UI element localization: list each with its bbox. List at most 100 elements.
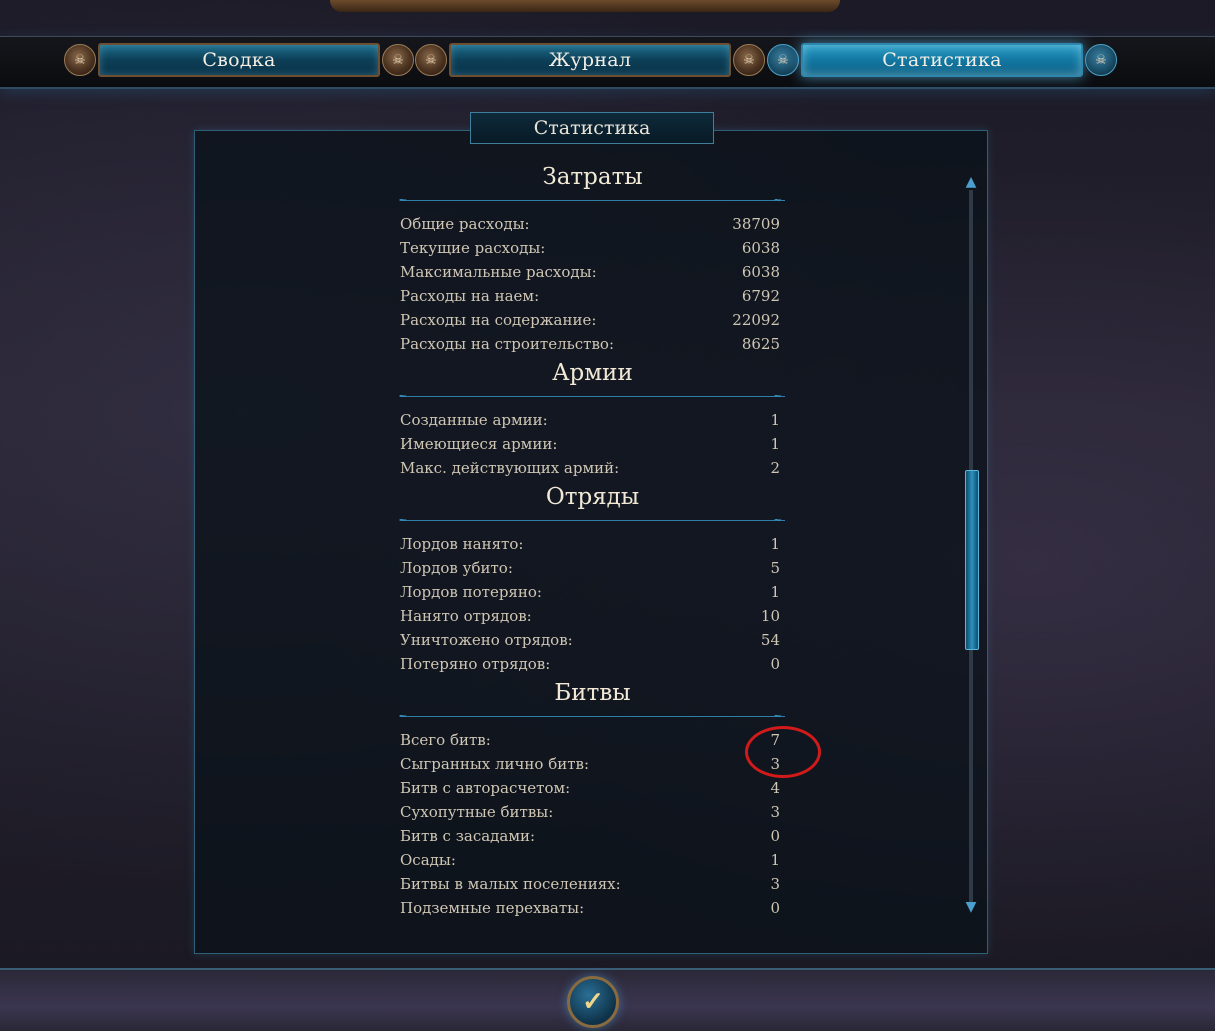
section-title: Отряды — [545, 484, 640, 510]
stat-label: Текущие расходы: — [400, 239, 546, 257]
stat-row: Лордов нанято: 1 — [400, 532, 785, 556]
stat-value: 1 — [770, 411, 780, 429]
ornament-icon: ~ — [398, 513, 408, 526]
ornament-icon: ~ — [773, 193, 783, 206]
stat-value: 0 — [770, 827, 780, 845]
stat-value: 0 — [770, 655, 780, 673]
stat-row: Битвы в малых поселениях: 3 — [400, 872, 785, 896]
stat-label: Лордов убито: — [400, 559, 513, 577]
skull-icon: ☠ — [64, 44, 96, 76]
stat-row: Расходы на содержание: 22092 — [400, 308, 785, 332]
ornament-icon: ~ — [773, 513, 783, 526]
section-divider: ~ ~ — [362, 390, 823, 402]
stat-label: Лордов нанято: — [400, 535, 524, 553]
confirm-button[interactable]: ✓ — [567, 976, 619, 1028]
arrow-up-icon[interactable]: ▲ — [963, 174, 979, 190]
stat-value: 22092 — [732, 311, 780, 329]
section-title: Битвы — [554, 680, 631, 706]
stat-value: 10 — [760, 607, 780, 625]
annotation-circle — [745, 726, 821, 778]
stat-label: Всего битв: — [400, 731, 491, 749]
stat-label: Максимальные расходы: — [400, 263, 597, 281]
stat-label: Подземные перехваты: — [400, 899, 585, 917]
stat-row: Битв с авторасчетом: 4 — [400, 776, 785, 800]
stat-label: Нанято отрядов: — [400, 607, 532, 625]
stat-row: Сыгранных лично битв: 3 — [400, 752, 785, 776]
stat-row: Битв с засадами: 0 — [400, 824, 785, 848]
tab-journal[interactable]: ☠ Журнал ☠ — [415, 43, 765, 77]
tab-statistics[interactable]: ☠ Статистика ☠ — [767, 43, 1117, 77]
stat-value: 4 — [770, 779, 780, 797]
stat-row: Всего битв: 7 — [400, 728, 785, 752]
stat-label: Битвы в малых поселениях: — [400, 875, 621, 893]
stat-label: Расходы на содержание: — [400, 311, 597, 329]
ornament-icon: ~ — [773, 389, 783, 402]
stat-row: Осады: 1 — [400, 848, 785, 872]
skull-icon: ☠ — [415, 44, 447, 76]
stat-row: Максимальные расходы: 6038 — [400, 260, 785, 284]
stat-row: Расходы на наем: 6792 — [400, 284, 785, 308]
section-divider: ~ ~ — [362, 710, 823, 722]
stat-label: Расходы на строительство: — [400, 335, 615, 353]
skull-icon: ☠ — [1085, 44, 1117, 76]
stat-row: Потеряно отрядов: 0 — [400, 652, 785, 676]
stat-value: 5 — [770, 559, 780, 577]
stat-label: Расходы на наем: — [400, 287, 540, 305]
skull-icon: ☠ — [767, 44, 799, 76]
stat-row: Сухопутные битвы: 3 — [400, 800, 785, 824]
stat-value: 1 — [770, 435, 780, 453]
stat-row: Уничтожено отрядов: 54 — [400, 628, 785, 652]
stat-row: Текущие расходы: 6038 — [400, 236, 785, 260]
section-title: Затраты — [542, 164, 643, 190]
stat-row: Лордов потеряно: 1 — [400, 580, 785, 604]
stat-value: 1 — [770, 851, 780, 869]
stat-label: Макс. действующих армий: — [400, 459, 620, 477]
tab-journal-label[interactable]: Журнал — [449, 43, 731, 77]
stat-value: 6038 — [741, 263, 780, 281]
stat-value: 1 — [770, 583, 780, 601]
stat-label: Сухопутные битвы: — [400, 803, 554, 821]
stat-row: Имеющиеся армии: 1 — [400, 432, 785, 456]
stat-value: 0 — [770, 899, 780, 917]
stat-value: 2 — [770, 459, 780, 477]
stat-value: 3 — [770, 875, 780, 893]
stat-row: Расходы на строительство: 8625 — [400, 332, 785, 356]
stat-label: Созданные армии: — [400, 411, 548, 429]
stat-value: 3 — [770, 803, 780, 821]
stat-row: Созданные армии: 1 — [400, 408, 785, 432]
stat-label: Лордов потеряно: — [400, 583, 542, 601]
stat-value: 6792 — [741, 287, 780, 305]
stat-row: Общие расходы: 38709 — [400, 212, 785, 236]
stat-label: Сыгранных лично битв: — [400, 755, 590, 773]
stat-row: Нанято отрядов: 10 — [400, 604, 785, 628]
tab-summary[interactable]: ☠ Сводка ☠ — [64, 43, 414, 77]
stat-value: 54 — [760, 631, 780, 649]
ornament-icon: ~ — [398, 389, 408, 402]
panel-title: Статистика — [470, 112, 714, 144]
stat-label: Имеющиеся армии: — [400, 435, 558, 453]
skull-icon: ☠ — [733, 44, 765, 76]
stat-value: 1 — [770, 535, 780, 553]
stat-row: Макс. действующих армий: 2 — [400, 456, 785, 480]
ornament-icon: ~ — [773, 709, 783, 722]
section-divider: ~ ~ — [362, 514, 823, 526]
stat-row: Лордов убито: 5 — [400, 556, 785, 580]
ornament-icon: ~ — [398, 193, 408, 206]
stat-label: Осады: — [400, 851, 456, 869]
section-title: Армии — [552, 360, 633, 386]
stat-label: Общие расходы: — [400, 215, 530, 233]
stat-label: Битв с засадами: — [400, 827, 536, 845]
stat-value: 38709 — [732, 215, 780, 233]
stat-value: 6038 — [741, 239, 780, 257]
tab-statistics-label[interactable]: Статистика — [801, 43, 1083, 77]
tab-summary-label[interactable]: Сводка — [98, 43, 380, 77]
stat-label: Потеряно отрядов: — [400, 655, 551, 673]
arrow-down-icon[interactable]: ▼ — [963, 899, 979, 915]
top-frame-ornament — [330, 0, 840, 12]
stat-value: 8625 — [741, 335, 780, 353]
checkmark-icon: ✓ — [582, 987, 604, 1017]
stat-row: Подземные перехваты: 0 — [400, 896, 785, 920]
scrollbar-thumb[interactable] — [965, 470, 979, 650]
stat-label: Битв с авторасчетом: — [400, 779, 571, 797]
ornament-icon: ~ — [398, 709, 408, 722]
